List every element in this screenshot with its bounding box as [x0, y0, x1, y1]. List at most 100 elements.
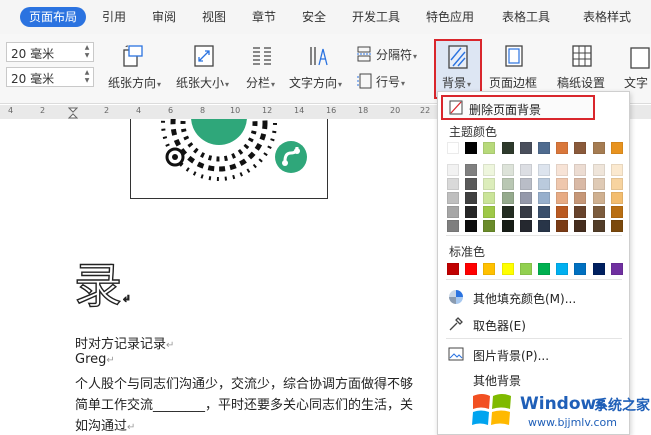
color-swatch[interactable]: [610, 142, 623, 154]
color-swatch[interactable]: [447, 164, 459, 176]
picture-background-item[interactable]: 图片背景(P)...: [438, 343, 629, 367]
color-swatch[interactable]: [447, 142, 459, 154]
color-swatch[interactable]: [483, 220, 496, 232]
color-swatch[interactable]: [465, 142, 478, 154]
margin-spinner-icon[interactable]: ▲ ▼: [83, 44, 91, 60]
color-swatch[interactable]: [592, 263, 605, 275]
color-swatch[interactable]: [483, 192, 496, 204]
color-swatch[interactable]: [519, 178, 532, 190]
color-swatch[interactable]: [574, 206, 587, 218]
color-swatch[interactable]: [483, 142, 496, 154]
color-swatch[interactable]: [465, 164, 478, 176]
color-swatch[interactable]: [610, 192, 623, 204]
page-border-icon: [505, 45, 523, 67]
tab-view[interactable]: 视图: [202, 7, 226, 27]
bottom-margin-input[interactable]: 20 毫米 ▲ ▼: [6, 67, 94, 87]
color-swatch[interactable]: [592, 220, 605, 232]
color-swatch[interactable]: [501, 220, 514, 232]
color-swatch[interactable]: [501, 263, 514, 275]
line-number-button[interactable]: 行号▾: [356, 71, 426, 91]
tab-table-tools[interactable]: 表格工具: [502, 7, 550, 27]
eyedropper-item[interactable]: 取色器(E): [438, 313, 629, 337]
color-swatch[interactable]: [501, 192, 514, 204]
color-swatch[interactable]: [538, 178, 550, 190]
color-swatch[interactable]: [465, 192, 478, 204]
color-swatch[interactable]: [556, 178, 569, 190]
color-swatch[interactable]: [501, 178, 514, 190]
color-swatch[interactable]: [538, 142, 550, 154]
color-swatch[interactable]: [610, 263, 623, 275]
color-swatch[interactable]: [610, 164, 623, 176]
color-swatch[interactable]: [556, 192, 569, 204]
color-swatch[interactable]: [465, 178, 478, 190]
color-swatch[interactable]: [574, 220, 587, 232]
color-swatch[interactable]: [556, 263, 569, 275]
color-swatch[interactable]: [447, 178, 459, 190]
color-swatch[interactable]: [538, 206, 550, 218]
color-swatch[interactable]: [610, 178, 623, 190]
color-swatch[interactable]: [501, 164, 514, 176]
tab-security[interactable]: 安全: [302, 7, 326, 27]
color-swatch[interactable]: [592, 206, 605, 218]
color-swatch[interactable]: [574, 192, 587, 204]
tab-references[interactable]: 引用: [102, 7, 126, 27]
color-swatch[interactable]: [483, 164, 496, 176]
tab-review[interactable]: 审阅: [152, 7, 176, 27]
color-swatch[interactable]: [483, 178, 496, 190]
text-partial-button[interactable]: [627, 46, 651, 70]
color-swatch[interactable]: [610, 220, 623, 232]
color-swatch[interactable]: [574, 142, 587, 154]
background-button[interactable]: 背景▾: [434, 39, 482, 99]
color-swatch[interactable]: [592, 192, 605, 204]
color-swatch[interactable]: [592, 178, 605, 190]
color-swatch[interactable]: [447, 206, 459, 218]
color-swatch[interactable]: [519, 263, 532, 275]
color-swatch[interactable]: [483, 206, 496, 218]
color-swatch[interactable]: [574, 164, 587, 176]
color-swatch[interactable]: [538, 263, 550, 275]
more-fill-colors-label: 其他填充颜色(M)...: [473, 292, 577, 306]
color-swatch[interactable]: [538, 164, 550, 176]
color-swatch[interactable]: [465, 206, 478, 218]
more-fill-colors-item[interactable]: 其他填充颜色(M)...: [438, 286, 629, 310]
color-swatch[interactable]: [519, 206, 532, 218]
color-swatch[interactable]: [447, 192, 459, 204]
color-swatch[interactable]: [538, 220, 550, 232]
color-swatch[interactable]: [483, 263, 496, 275]
color-swatch[interactable]: [519, 142, 532, 154]
document-line[interactable]: 如沟通过↵: [75, 415, 135, 434]
color-swatch[interactable]: [519, 220, 532, 232]
color-swatch[interactable]: [538, 192, 550, 204]
document-line[interactable]: 个人股个与同志们沟通少，交流少，综合协调方面做得不够: [75, 373, 413, 392]
margin-spinner-icon[interactable]: ▲ ▼: [83, 69, 91, 85]
color-swatch[interactable]: [592, 142, 605, 154]
document-line[interactable]: Greg↵: [75, 352, 115, 367]
color-swatch[interactable]: [501, 206, 514, 218]
top-margin-input[interactable]: 20 毫米 ▲ ▼: [6, 42, 94, 62]
document-line[interactable]: 时对方记录记录↵: [75, 333, 174, 352]
color-swatch[interactable]: [556, 220, 569, 232]
tab-page-layout[interactable]: 页面布局: [20, 7, 87, 27]
color-swatch[interactable]: [447, 263, 459, 275]
tab-features[interactable]: 特色应用: [426, 7, 474, 27]
tab-developer[interactable]: 开发工具: [352, 7, 400, 27]
color-swatch[interactable]: [447, 220, 459, 232]
document-line[interactable]: 简单工作交流________，平时还要多关心同志们的生活，关: [75, 394, 413, 413]
color-swatch[interactable]: [519, 164, 532, 176]
color-swatch[interactable]: [574, 178, 587, 190]
color-swatch[interactable]: [556, 164, 569, 176]
delete-page-background-item[interactable]: 删除页面背景: [441, 95, 595, 120]
color-swatch[interactable]: [556, 206, 569, 218]
color-swatch[interactable]: [465, 263, 478, 275]
color-swatch[interactable]: [610, 206, 623, 218]
tab-section[interactable]: 章节: [252, 7, 276, 27]
separator-button[interactable]: 分隔符▾: [356, 44, 426, 64]
color-swatch[interactable]: [574, 263, 587, 275]
color-swatch[interactable]: [556, 142, 569, 154]
color-swatch[interactable]: [501, 142, 514, 154]
color-swatch[interactable]: [519, 192, 532, 204]
indent-marker-icon[interactable]: [68, 107, 78, 119]
color-swatch[interactable]: [592, 164, 605, 176]
tab-table-style[interactable]: 表格样式: [583, 7, 631, 27]
color-swatch[interactable]: [465, 220, 478, 232]
